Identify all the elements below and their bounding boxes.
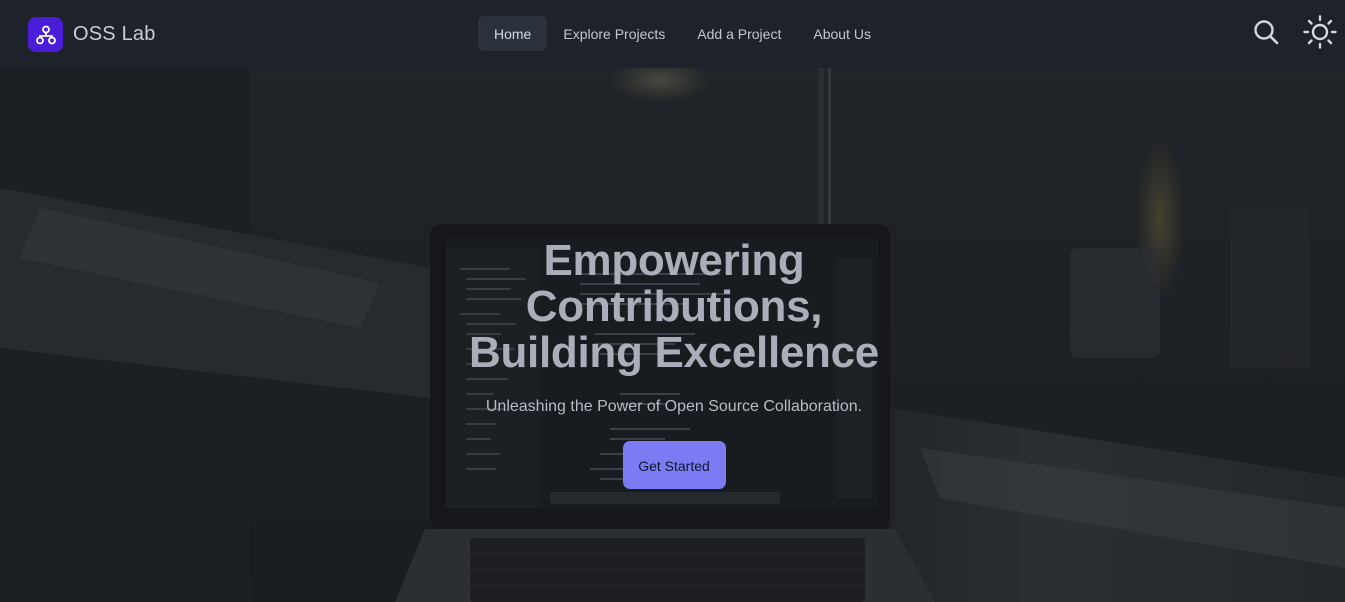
hero-section: Empowering Contributions, Building Excel… (0, 68, 1345, 602)
sun-icon (1303, 14, 1337, 54)
hero-title-line-2: Contributions, (525, 282, 823, 331)
hero-title-line-3: Building Excellence (469, 328, 879, 377)
brand-name: OSS Lab (73, 23, 156, 45)
search-icon (1253, 19, 1279, 50)
hero-title-line-1: Empowering (543, 236, 805, 285)
brand-link[interactable]: OSS Lab (28, 17, 156, 52)
hero-title: Empowering Contributions, Building Excel… (372, 238, 976, 376)
hero-subtitle: Unleashing the Power of Open Source Coll… (485, 398, 863, 415)
network-nodes-icon (28, 17, 63, 52)
navbar: OSS Lab Home Explore Projects Add a Proj… (0, 0, 1345, 68)
nav-item-explore-projects[interactable]: Explore Projects (547, 16, 681, 51)
theme-toggle-button[interactable] (1303, 14, 1337, 54)
hero-content: Empowering Contributions, Building Excel… (372, 238, 976, 489)
nav-item-home[interactable]: Home (478, 16, 548, 51)
main-nav: Home Explore Projects Add a Project Abou… (478, 16, 887, 51)
nav-item-add-project[interactable]: Add a Project (681, 16, 797, 51)
nav-item-about-us[interactable]: About Us (797, 16, 887, 51)
get-started-button[interactable]: Get Started (622, 441, 726, 489)
search-button[interactable] (1249, 17, 1283, 51)
